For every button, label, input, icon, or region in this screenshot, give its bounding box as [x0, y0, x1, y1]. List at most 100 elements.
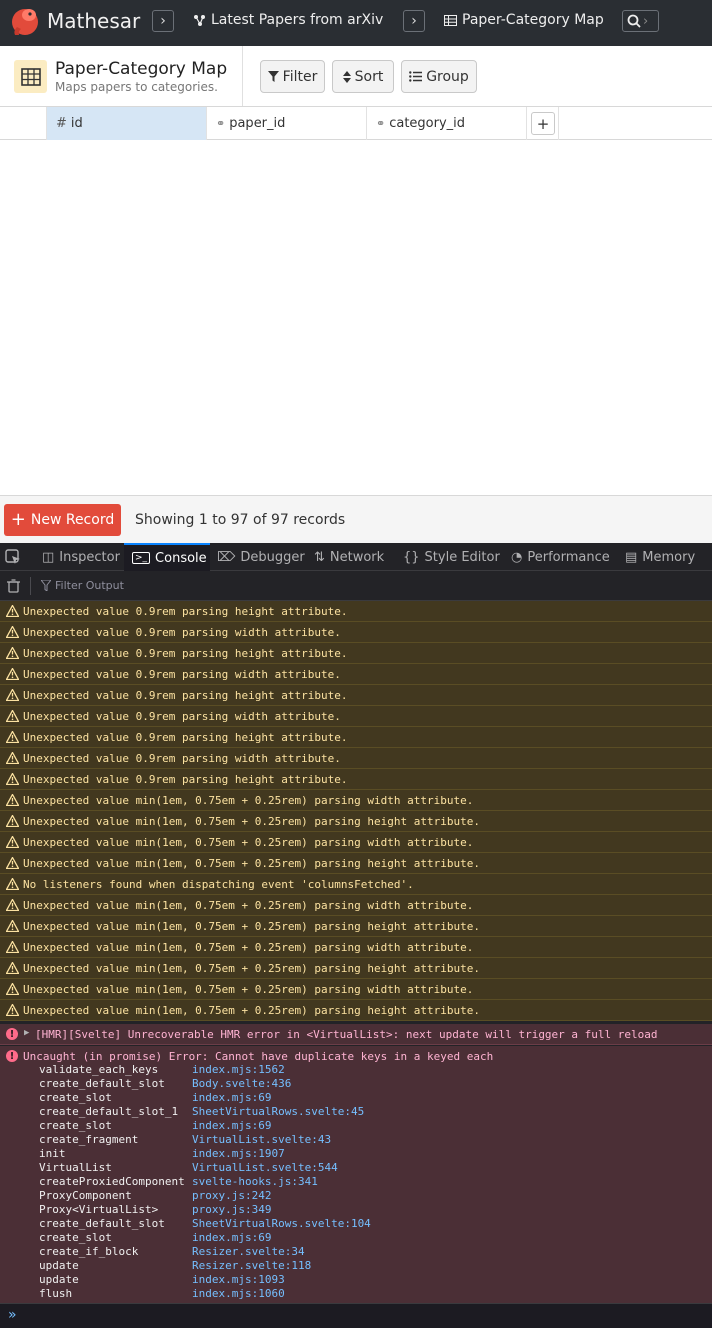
warning-icon: [6, 626, 19, 638]
stack-location-link[interactable]: index.mjs:1907: [192, 1147, 285, 1160]
warning-icon: [6, 605, 19, 617]
stack-function: update: [39, 1273, 79, 1286]
stack-location-link[interactable]: VirtualList.svelte:43: [192, 1133, 331, 1146]
warning-text: Unexpected value 0.9rem parsing height a…: [23, 730, 348, 744]
stack-location-link[interactable]: proxy.js:242: [192, 1189, 271, 1202]
tab-label: Debugger: [240, 549, 305, 565]
stack-location-link[interactable]: VirtualList.svelte:544: [192, 1161, 338, 1174]
divider: [242, 46, 243, 106]
stack-location-link[interactable]: index.mjs:69: [192, 1091, 271, 1104]
warning-icon: [6, 689, 19, 701]
console-output: Unexpected value 0.9rem parsing height a…: [0, 601, 712, 1303]
add-column-button[interactable]: +: [531, 112, 555, 135]
warning-text: Unexpected value 0.9rem parsing height a…: [23, 688, 348, 702]
element-picker-icon[interactable]: [5, 549, 21, 565]
tab-label: Memory: [642, 549, 696, 565]
filter-icon: [41, 580, 51, 591]
stack-frame: VirtualList VirtualList.svelte:544: [0, 1161, 712, 1175]
trash-icon[interactable]: [7, 579, 20, 593]
stack-location-link[interactable]: SheetVirtualRows.svelte:104: [192, 1217, 371, 1230]
stack-frame: create_fragment VirtualList.svelte:43: [0, 1133, 712, 1147]
tab-network[interactable]: ⇅ Network: [314, 543, 384, 571]
console-warning: Unexpected value min(1em, 0.75em + 0.25r…: [0, 832, 712, 853]
column-name: category_id: [389, 116, 466, 131]
stack-location-link[interactable]: index.mjs:1093: [192, 1273, 285, 1286]
stack-function: create_slot: [39, 1231, 112, 1244]
double-chevron-icon: »: [8, 1307, 17, 1323]
stack-location-link[interactable]: Resizer.svelte:34: [192, 1245, 305, 1258]
link-icon: ⚭: [216, 117, 226, 130]
search-button[interactable]: ›: [622, 10, 659, 32]
stack-function: init: [39, 1147, 66, 1160]
tab-memory[interactable]: ▤ Memory: [625, 543, 695, 571]
stack-frame: create_slot index.mjs:69: [0, 1091, 712, 1105]
tab-label: Style Editor: [424, 549, 500, 565]
stack-function: ProxyComponent: [39, 1189, 132, 1202]
error-icon: !: [6, 1028, 18, 1040]
stack-location-link[interactable]: SheetVirtualRows.svelte:45: [192, 1105, 364, 1118]
stack-location-link[interactable]: index.mjs:69: [192, 1119, 271, 1132]
chevron-right-icon[interactable]: ›: [403, 10, 425, 32]
stack-location-link[interactable]: index.mjs:1060: [192, 1287, 285, 1300]
search-icon: [627, 14, 641, 28]
tab-style-editor[interactable]: {} Style Editor: [403, 543, 500, 571]
hash-icon: #: [56, 116, 67, 131]
column-name: paper_id: [229, 116, 286, 131]
tab-inspector[interactable]: ◫ Inspector: [38, 543, 124, 571]
console-warning: Unexpected value min(1em, 0.75em + 0.25r…: [0, 916, 712, 937]
console-warning: Unexpected value min(1em, 0.75em + 0.25r…: [0, 895, 712, 916]
warning-text: Unexpected value 0.9rem parsing width at…: [23, 751, 341, 765]
stack-function: create_if_block: [39, 1245, 139, 1258]
divider: [30, 577, 31, 595]
tab-console[interactable]: >_ Console: [124, 543, 210, 571]
stack-frame: create_slot index.mjs:69: [0, 1119, 712, 1133]
warning-icon: [6, 752, 19, 764]
stack-function: flush: [39, 1287, 73, 1300]
sort-button[interactable]: Sort: [332, 60, 394, 93]
chevron-right-icon[interactable]: ›: [152, 10, 174, 32]
group-button[interactable]: Group: [401, 60, 477, 93]
stack-location-link[interactable]: Resizer.svelte:118: [192, 1259, 311, 1272]
filter-output-input[interactable]: Filter Output: [55, 579, 124, 592]
warning-text: Unexpected value min(1em, 0.75em + 0.25r…: [23, 982, 474, 996]
stack-frame: validate_each_keys index.mjs:1562: [0, 1063, 712, 1077]
warning-text: Unexpected value min(1em, 0.75em + 0.25r…: [23, 898, 474, 912]
breadcrumb-table[interactable]: Paper-Category Map: [444, 12, 604, 28]
stack-frame: ProxyComponent proxy.js:242: [0, 1189, 712, 1203]
column-header-category-id[interactable]: ⚭ category_id: [367, 107, 527, 140]
breadcrumb-table-label: Paper-Category Map: [462, 12, 604, 28]
stack-location-link[interactable]: svelte-hooks.js:341: [192, 1175, 318, 1188]
breadcrumb-schema[interactable]: Latest Papers from arXiv: [193, 12, 383, 28]
tab-debugger[interactable]: ⌦ Debugger: [217, 543, 305, 571]
warning-text: Unexpected value 0.9rem parsing width at…: [23, 709, 341, 723]
column-header-id[interactable]: # id: [47, 107, 207, 140]
stack-location-link[interactable]: index.mjs:1562: [192, 1063, 285, 1076]
console-warning: Unexpected value 0.9rem parsing width at…: [0, 664, 712, 685]
filter-button[interactable]: Filter: [260, 60, 325, 93]
stack-location-link[interactable]: proxy.js:349: [192, 1203, 271, 1216]
warning-icon: [6, 731, 19, 743]
expand-arrow-icon[interactable]: ▶: [24, 1028, 29, 1038]
warning-icon: [6, 794, 19, 806]
warning-icon: [6, 773, 19, 785]
table-description: Maps papers to categories.: [55, 80, 218, 94]
stack-function: validate_each_keys: [39, 1063, 159, 1076]
braces-icon: {}: [403, 549, 420, 565]
page-title: Paper-Category Map: [55, 59, 228, 79]
app-name[interactable]: Mathesar: [47, 9, 140, 33]
warning-icon: [6, 983, 19, 995]
column-header-paper-id[interactable]: ⚭ paper_id: [207, 107, 367, 140]
filter-label: Filter: [282, 68, 318, 85]
tab-performance[interactable]: ◔ Performance: [511, 543, 610, 571]
warning-icon: [6, 857, 19, 869]
plus-icon: +: [10, 509, 26, 530]
console-warning: Unexpected value 0.9rem parsing height a…: [0, 643, 712, 664]
stack-location-link[interactable]: Body.svelte:436: [192, 1077, 291, 1090]
table-footer: + New Record Showing 1 to 97 of 97 recor…: [0, 495, 712, 543]
new-record-button[interactable]: + New Record: [4, 504, 121, 536]
mathesar-logo-icon[interactable]: [9, 5, 41, 37]
warning-icon: [6, 668, 19, 680]
console-input[interactable]: »: [0, 1303, 712, 1328]
stack-location-link[interactable]: index.mjs:69: [192, 1231, 271, 1244]
warning-text: Unexpected value 0.9rem parsing width at…: [23, 625, 341, 639]
